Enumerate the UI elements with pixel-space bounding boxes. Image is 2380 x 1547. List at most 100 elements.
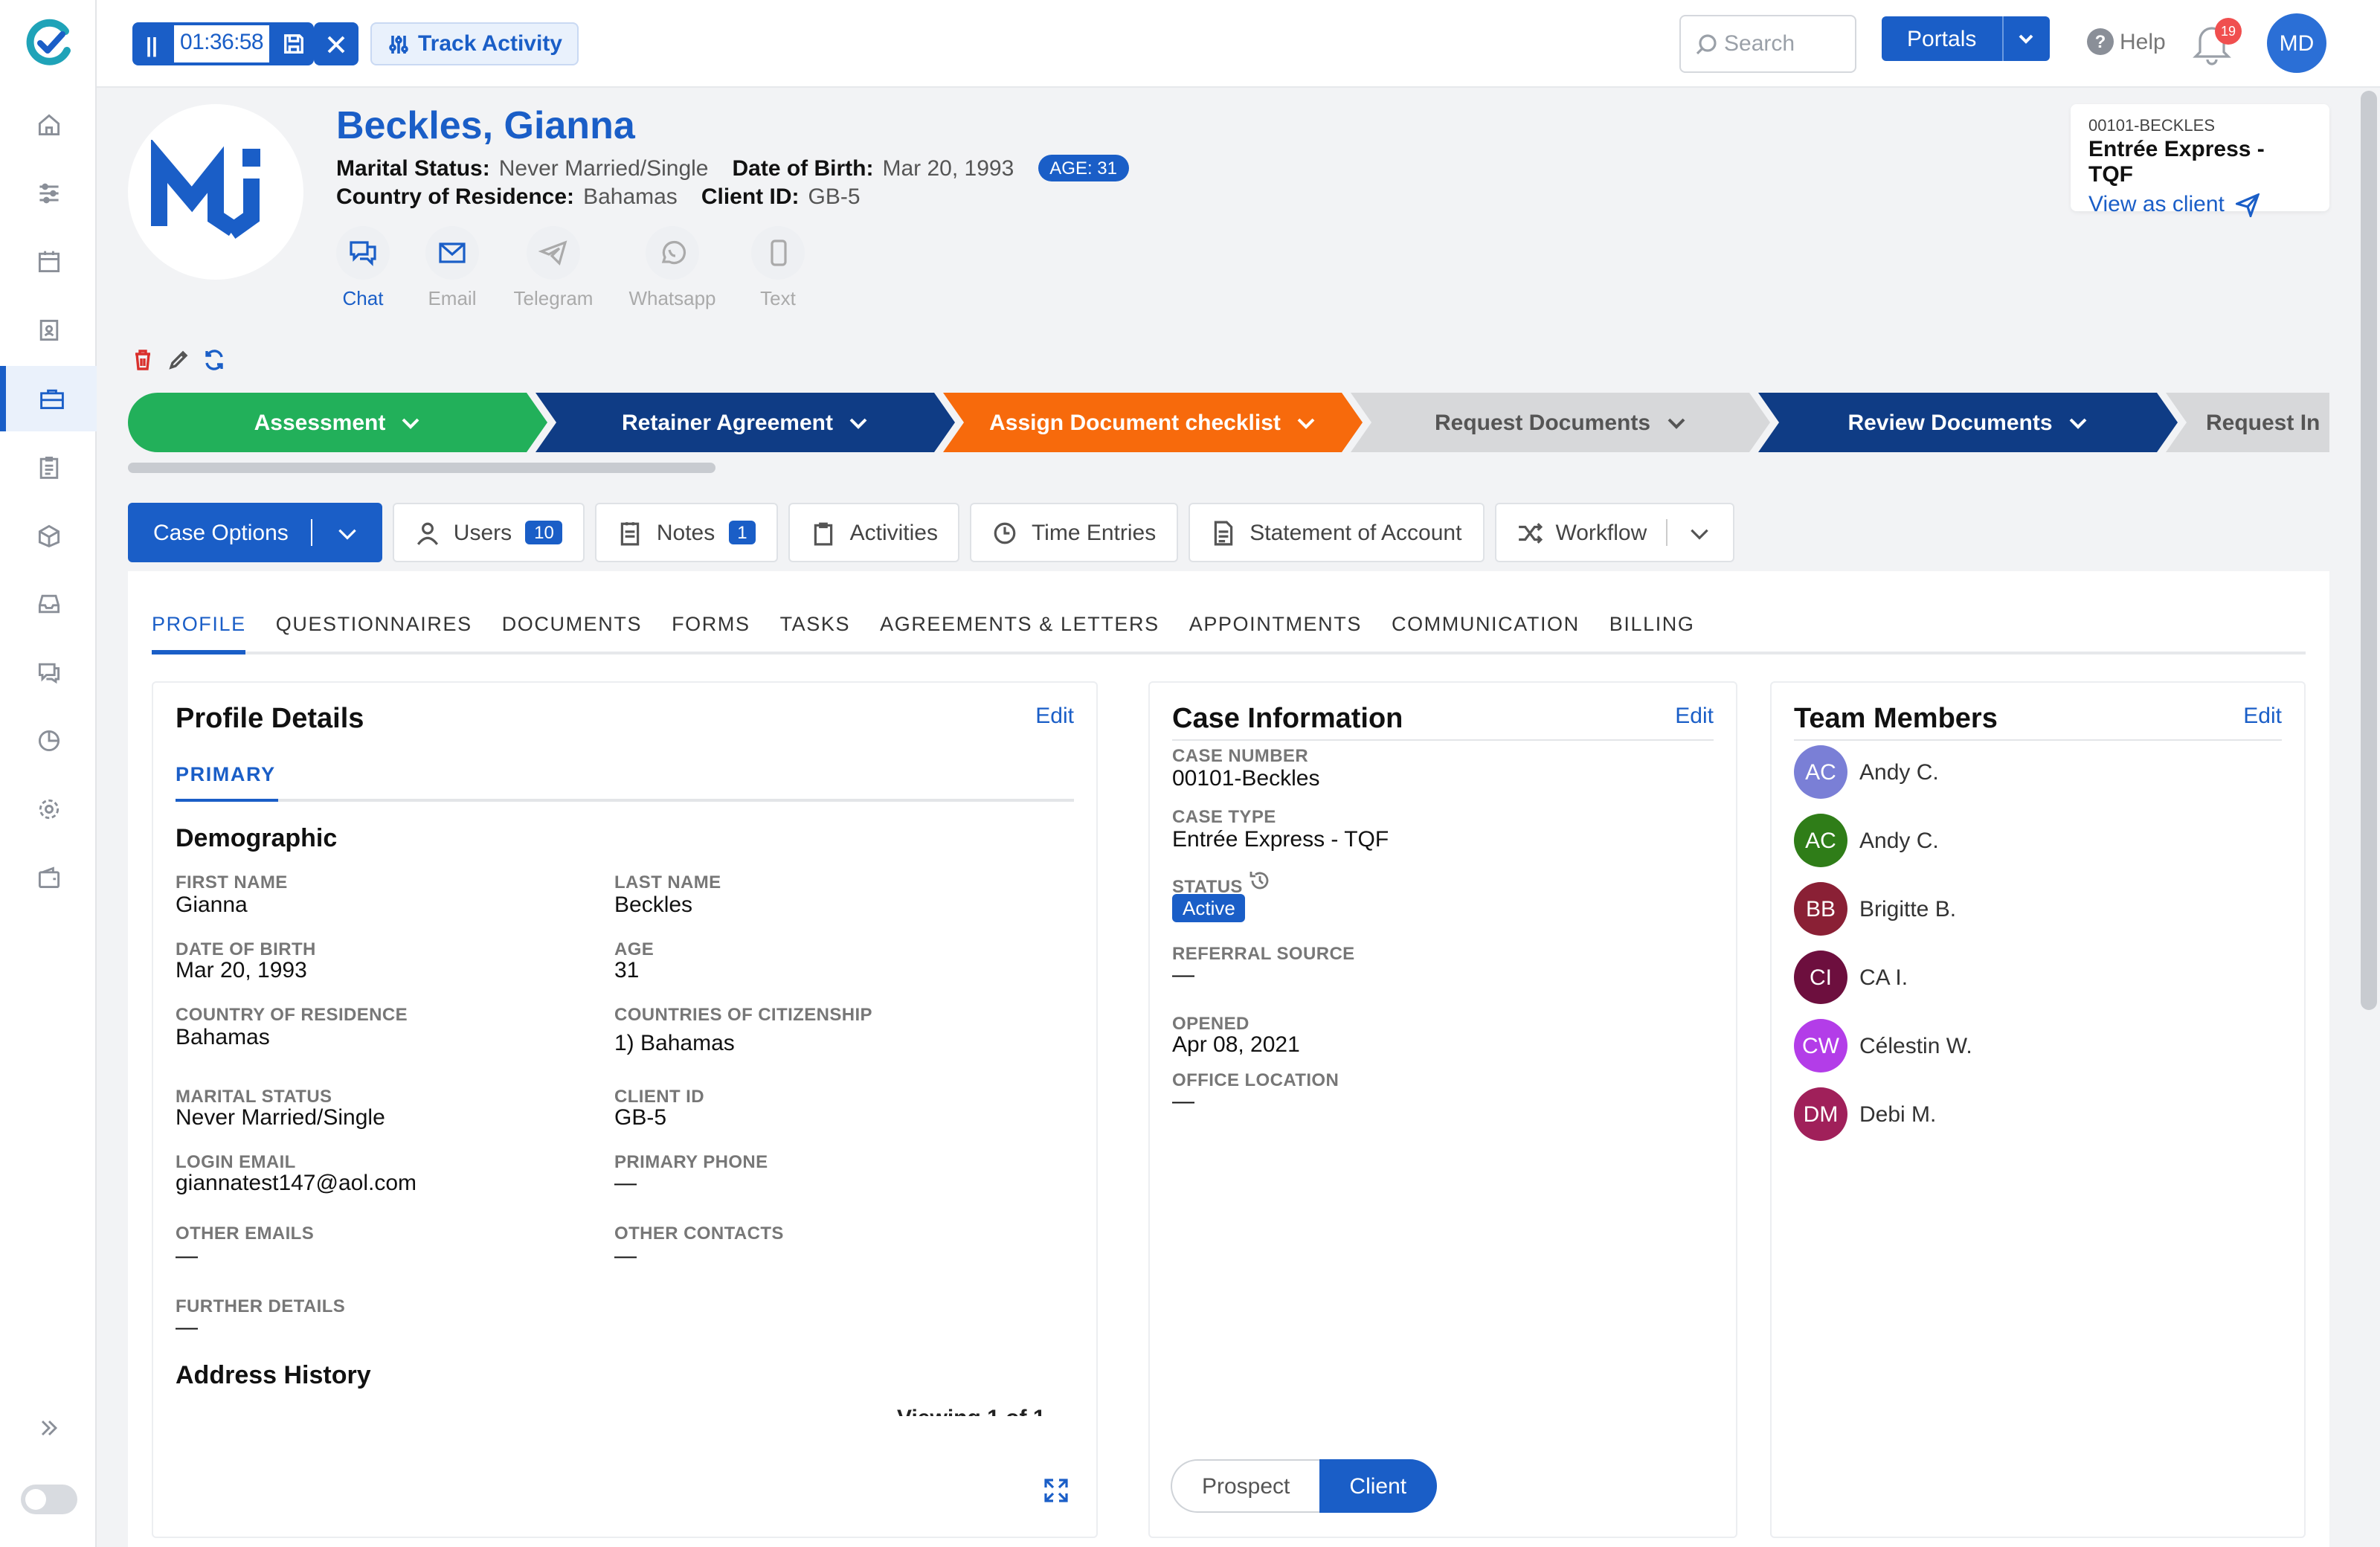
- cases-briefcase-icon[interactable]: [0, 366, 97, 431]
- send-icon: [2236, 193, 2260, 216]
- text-button[interactable]: Text: [733, 226, 823, 309]
- save-icon[interactable]: [272, 22, 314, 65]
- user-avatar[interactable]: MD: [2267, 13, 2326, 73]
- last-name-label: LAST NAME: [614, 872, 721, 892]
- settings-gear-icon[interactable]: [0, 776, 97, 842]
- home-icon[interactable]: [0, 92, 97, 158]
- calendar-icon[interactable]: [0, 229, 97, 295]
- tab-questionnaires[interactable]: QUESTIONNAIRES: [276, 610, 472, 654]
- time-entries-button[interactable]: Time Entries: [970, 503, 1179, 562]
- box-icon[interactable]: [0, 503, 97, 568]
- team-member[interactable]: AC Andy C.: [1794, 745, 1939, 799]
- prospect-option[interactable]: Prospect: [1171, 1459, 1320, 1513]
- tab-communication[interactable]: COMMUNICATION: [1392, 610, 1580, 654]
- profile-sub-tabs: PRIMARY: [176, 763, 1074, 802]
- email-label: Email: [428, 287, 477, 309]
- client-option[interactable]: Client: [1319, 1459, 1437, 1513]
- notes-icon: [621, 521, 640, 545]
- marital-field-value: Never Married/Single: [176, 1105, 385, 1130]
- search-input[interactable]: Search: [1679, 15, 1856, 73]
- telegram-button[interactable]: Telegram: [509, 226, 598, 309]
- expand-icon[interactable]: [1043, 1477, 1070, 1504]
- country-field-label: COUNTRY OF RESIDENCE: [176, 1004, 408, 1025]
- tab-agreements-letters[interactable]: AGREEMENTS & LETTERS: [880, 610, 1160, 654]
- statement-of-account-button[interactable]: Statement of Account: [1189, 503, 1485, 562]
- case-type: Entrée Express - TQF: [2088, 137, 2265, 187]
- prospect-client-toggle: Prospect Client: [1171, 1459, 1437, 1513]
- reports-pie-icon[interactable]: [0, 708, 97, 774]
- case-options-dropdown[interactable]: Case Options: [128, 503, 382, 562]
- inbox-icon[interactable]: [0, 571, 97, 637]
- team-member[interactable]: BB Brigitte B.: [1794, 882, 1956, 936]
- theme-toggle[interactable]: [21, 1485, 77, 1514]
- client-name: Beckles, Gianna: [336, 103, 635, 147]
- team-member[interactable]: CI CA I.: [1794, 951, 1908, 1004]
- citizenship-label: COUNTRIES OF CITIZENSHIP: [614, 1004, 872, 1025]
- tab-primary[interactable]: PRIMARY: [176, 763, 279, 802]
- workflow-step-assign-document-checklist[interactable]: Assign Document checklist: [943, 393, 1363, 452]
- close-timer-button[interactable]: [314, 22, 358, 65]
- team-members-title: Team Members: [1794, 704, 1998, 735]
- expand-rail-icon[interactable]: [0, 1395, 97, 1461]
- tab-forms[interactable]: FORMS: [672, 610, 750, 654]
- notes-button[interactable]: Notes 1: [595, 503, 779, 562]
- tab-tasks[interactable]: TASKS: [780, 610, 851, 654]
- track-activity-button[interactable]: Track Activity: [370, 22, 579, 65]
- client-id-label: Client ID:: [701, 184, 800, 210]
- left-navigation-rail: [0, 0, 97, 1547]
- wallet-icon[interactable]: [0, 845, 97, 910]
- tab-profile[interactable]: PROFILE: [152, 610, 246, 654]
- profile-edit-link[interactable]: Edit: [1035, 704, 1074, 729]
- timer-value[interactable]: 01:36:58: [171, 22, 272, 65]
- view-as-client-link[interactable]: View as client: [2088, 192, 2312, 217]
- case-number-value: 00101-Beckles: [1172, 766, 1320, 791]
- pause-icon[interactable]: ||: [132, 22, 171, 65]
- chevron-down-icon: [1691, 528, 1709, 539]
- history-icon[interactable]: [1248, 869, 1272, 892]
- messages-icon[interactable]: [0, 640, 97, 705]
- age-value: 31: [614, 958, 640, 983]
- activities-button[interactable]: Activities: [788, 503, 960, 562]
- team-member[interactable]: AC Andy C.: [1794, 814, 1939, 867]
- case-actions: [131, 348, 226, 372]
- case-info-edit-link[interactable]: Edit: [1675, 704, 1714, 729]
- workflow-step-review-documents[interactable]: Review Documents: [1758, 393, 2178, 452]
- workflow-step-retainer-agreement[interactable]: Retainer Agreement: [536, 393, 955, 452]
- email-button[interactable]: Email: [408, 226, 497, 309]
- notifications-button[interactable]: 19: [2191, 18, 2242, 71]
- tab-billing[interactable]: BILLING: [1609, 610, 1695, 654]
- team-member[interactable]: CW Célestin W.: [1794, 1019, 1972, 1072]
- delete-icon[interactable]: [131, 348, 155, 372]
- chat-button[interactable]: Chat: [318, 226, 408, 309]
- client-id-value: GB-5: [808, 184, 861, 210]
- whatsapp-label: Whatsapp: [628, 287, 716, 309]
- activities-label: Activities: [849, 520, 938, 545]
- refresh-icon[interactable]: [202, 348, 226, 372]
- workflow-scrollbar[interactable]: [128, 463, 715, 473]
- whatsapp-button[interactable]: Whatsapp: [628, 226, 717, 309]
- portals-dropdown[interactable]: Portals: [1882, 16, 2050, 61]
- tab-appointments[interactable]: APPOINTMENTS: [1189, 610, 1362, 654]
- users-button[interactable]: Users 10: [392, 503, 585, 562]
- workflow-step-request-information[interactable]: Request In: [2166, 393, 2329, 452]
- page-scrollbar-thumb[interactable]: [2361, 91, 2377, 1010]
- tab-documents[interactable]: DOCUMENTS: [502, 610, 642, 654]
- chevron-down-icon[interactable]: [2001, 16, 2050, 61]
- help-link[interactable]: ? Help: [2087, 28, 2166, 55]
- workflow-step-request-documents[interactable]: Request Documents: [1351, 393, 1770, 452]
- team-edit-link[interactable]: Edit: [2243, 704, 2282, 729]
- contacts-icon[interactable]: [0, 298, 97, 363]
- notification-count-badge: 19: [2215, 18, 2242, 45]
- country-value: Bahamas: [583, 184, 678, 210]
- workflow-dropdown[interactable]: Workflow: [1494, 503, 1735, 562]
- team-member[interactable]: DM Debi M.: [1794, 1087, 1936, 1141]
- portals-button[interactable]: Portals: [1882, 16, 2002, 61]
- edit-pencil-icon[interactable]: [167, 348, 190, 372]
- opened-value: Apr 08, 2021: [1172, 1032, 1300, 1058]
- country-label: Country of Residence:: [336, 184, 575, 210]
- sliders-icon[interactable]: [0, 161, 97, 226]
- telegram-icon: [538, 240, 567, 266]
- clipboard-icon[interactable]: [0, 434, 97, 500]
- app-logo[interactable]: [24, 18, 74, 68]
- workflow-step-assessment[interactable]: Assessment: [128, 393, 547, 452]
